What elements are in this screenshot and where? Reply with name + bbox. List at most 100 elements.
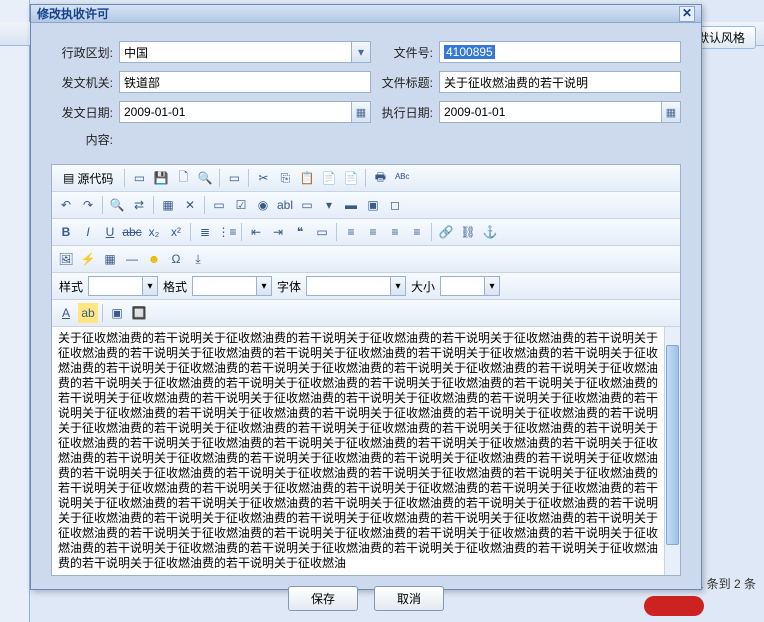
print-icon[interactable]: 🖶 [370,168,390,188]
unlink-icon[interactable]: ⛓ [458,222,478,242]
hidden-icon[interactable]: ◻ [385,195,405,215]
save-button[interactable]: 保存 [288,586,358,611]
cut-icon[interactable]: ✂ [253,168,273,188]
sep [248,169,249,187]
region-label: 行政区划: [51,44,113,61]
paste-icon[interactable]: 📋 [297,168,317,188]
issuer-label: 发文机关: [51,74,113,91]
checkbox-icon[interactable]: ☑ [231,195,251,215]
fileno-input[interactable]: 4100895 [439,41,681,63]
image-icon[interactable]: 🖼 [56,249,76,269]
cancel-button[interactable]: 取消 [374,586,444,611]
sep [431,223,432,241]
scrollbar-thumb[interactable] [666,345,679,545]
imagebutton-icon[interactable]: ▣ [363,195,383,215]
sep [102,304,103,322]
execdate-value: 2009-01-01 [444,105,505,119]
redo-icon[interactable]: ↷ [78,195,98,215]
editor-toolbar-6: A ab ▣ 🔲 [52,300,680,327]
form-icon[interactable]: ▭ [209,195,229,215]
flash-icon[interactable]: ⚡ [78,249,98,269]
save-icon[interactable]: 💾 [151,168,171,188]
size-combo[interactable] [440,276,500,296]
pastetext-icon[interactable]: 📄 [319,168,339,188]
sep [241,223,242,241]
font-combo[interactable] [306,276,406,296]
bgcolor-icon[interactable]: ab [78,303,98,323]
format-combo[interactable] [192,276,272,296]
textfield-icon[interactable]: abl [275,195,295,215]
editor-content-pane: 关于征收燃油费的若干说明关于征收燃油费的若干说明关于征收燃油费的若干说明关于征收… [52,327,680,575]
templates2-icon[interactable]: ▭ [224,168,244,188]
source-button[interactable]: ▤源代码 [56,168,120,188]
outdent-icon[interactable]: ⇤ [246,222,266,242]
smiley-icon[interactable]: ☻ [144,249,164,269]
justify-full-icon[interactable]: ≡ [407,222,427,242]
vertical-scrollbar[interactable] [664,327,680,575]
justify-center-icon[interactable]: ≡ [363,222,383,242]
anchor-icon[interactable]: ⚓ [480,222,500,242]
unordered-list-icon[interactable]: ⋮≡ [217,222,237,242]
sep [365,169,366,187]
button-icon[interactable]: ▬ [341,195,361,215]
superscript-icon[interactable]: x² [166,222,186,242]
sidebar-collapsed [0,0,30,622]
strike-icon[interactable]: abc [122,222,142,242]
subscript-icon[interactable]: x₂ [144,222,164,242]
fileno-label: 文件号: [371,44,433,61]
execdate-input[interactable]: 2009-01-01 [439,101,681,123]
selectall-icon[interactable]: ▦ [158,195,178,215]
editor-textarea[interactable]: 关于征收燃油费的若干说明关于征收燃油费的若干说明关于征收燃油费的若干说明关于征收… [52,327,664,575]
form-area: 行政区划: 中国 文件号: 4100895 发文机关: 铁道部 文件标题: 关于… [31,23,701,164]
pagebreak-icon[interactable]: ⤓ [188,249,208,269]
copy-icon[interactable]: ⎘ [275,168,295,188]
newpage-icon[interactable]: 🗋 [173,168,193,188]
div-icon[interactable]: ▭ [312,222,332,242]
removeformat-icon[interactable]: ✕ [180,195,200,215]
italic-icon[interactable]: I [78,222,98,242]
undo-icon[interactable]: ↶ [56,195,76,215]
hr-icon[interactable]: — [122,249,142,269]
dialog-titlebar[interactable]: 修改执收许可 ✕ [31,5,701,23]
replace-icon[interactable]: ⇄ [129,195,149,215]
ordered-list-icon[interactable]: ≣ [195,222,215,242]
justify-right-icon[interactable]: ≡ [385,222,405,242]
content-label: 内容: [51,131,113,148]
blockquote-icon[interactable]: ❝ [290,222,310,242]
preview-icon[interactable]: 🔍 [195,168,215,188]
region-select[interactable]: 中国 [119,41,371,63]
textcolor-icon[interactable]: A [56,303,76,323]
bold-icon[interactable]: B [56,222,76,242]
specialchar-icon[interactable]: Ω [166,249,186,269]
editor-toolbar-3: B I U abc x₂ x² ≣ ⋮≡ ⇤ ⇥ ❝ ▭ ≡ ≡ ≡ ≡ 🔗 ⛓… [52,219,680,246]
style-combo[interactable] [88,276,158,296]
pasteword-icon[interactable]: 📄 [341,168,361,188]
maximize-icon[interactable]: ▣ [107,303,127,323]
indent-icon[interactable]: ⇥ [268,222,288,242]
sep [190,223,191,241]
radio-icon[interactable]: ◉ [253,195,273,215]
dialog-footer: 保存 取消 [31,576,701,621]
table-icon[interactable]: ▦ [100,249,120,269]
editor-toolbar-4: 🖼 ⚡ ▦ — ☻ Ω ⤓ [52,246,680,273]
editor-toolbar-2: ↶ ↷ 🔍 ⇄ ▦ ✕ ▭ ☑ ◉ abl ▭ ▾ ▬ ▣ ◻ [52,192,680,219]
issuer-input[interactable]: 铁道部 [119,71,371,93]
textarea-icon[interactable]: ▭ [297,195,317,215]
rich-editor: ▤源代码 ▭ 💾 🗋 🔍 ▭ ✂ ⎘ 📋 📄 📄 🖶 ᴬᴮᶜ ↶ ↷ 🔍 ⇄ [51,164,681,576]
sep [102,196,103,214]
underline-icon[interactable]: U [100,222,120,242]
find-icon[interactable]: 🔍 [107,195,127,215]
filetitle-input[interactable]: 关于征收燃油费的若干说明 [439,71,681,93]
templates-icon[interactable]: ▭ [129,168,149,188]
justify-left-icon[interactable]: ≡ [341,222,361,242]
issuedate-label: 发文日期: [51,104,113,121]
issuedate-input[interactable]: 2009-01-01 [119,101,371,123]
size-label: 大小 [408,278,438,295]
close-icon[interactable]: ✕ [679,6,695,22]
spellcheck-icon[interactable]: ᴬᴮᶜ [392,168,412,188]
select-icon[interactable]: ▾ [319,195,339,215]
link-icon[interactable]: 🔗 [436,222,456,242]
sep [153,196,154,214]
font-label: 字体 [274,278,304,295]
showblocks-icon[interactable]: 🔲 [129,303,149,323]
